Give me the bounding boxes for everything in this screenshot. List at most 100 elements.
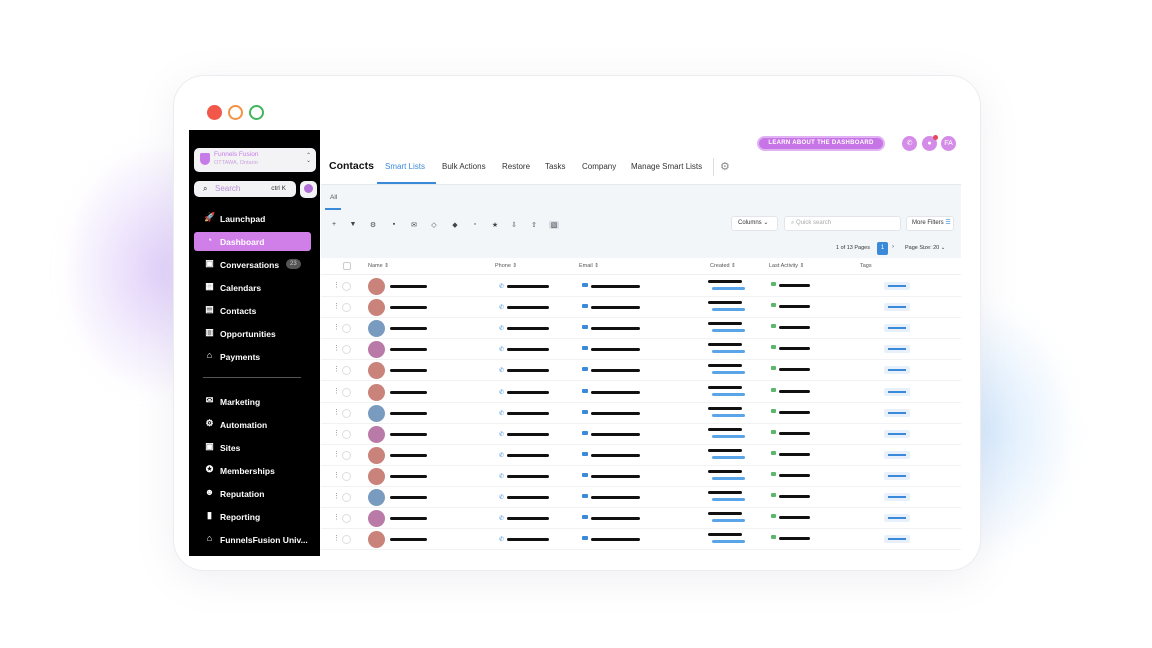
row-menu-icon[interactable]: ⋮	[333, 492, 340, 500]
sidebar-item-contacts[interactable]: ▤ Contacts	[194, 301, 311, 320]
row-menu-icon[interactable]: ⋮	[333, 344, 340, 352]
page-button-current[interactable]: 1	[877, 242, 888, 255]
row-menu-icon[interactable]: ⋮	[333, 281, 340, 289]
sidebar-item-reporting[interactable]: ▮ Reporting	[194, 507, 311, 526]
columns-dropdown[interactable]: Columns ⌄	[731, 216, 778, 231]
redacted-name[interactable]	[390, 306, 427, 310]
export-icon[interactable]: ⇧	[529, 221, 539, 229]
sidebar-item-payments[interactable]: ⌂ Payments	[194, 347, 311, 366]
table-row[interactable]: ⋮ ✆	[321, 466, 961, 487]
tab-bulk-actions[interactable]: Bulk Actions	[442, 162, 486, 171]
tag-chip[interactable]	[884, 514, 910, 523]
redacted-name[interactable]	[390, 453, 427, 457]
sidebar-item-marketing[interactable]: ✉ Marketing	[194, 392, 311, 411]
row-checkbox[interactable]	[342, 387, 351, 397]
account-switcher[interactable]: Funnels Fusion OTTAWA, Ontario ⌃ ⌄	[194, 148, 316, 172]
email-icon[interactable]: ✉	[409, 221, 419, 229]
redacted-name[interactable]	[390, 496, 427, 499]
redacted-name[interactable]	[390, 390, 427, 394]
row-checkbox[interactable]	[342, 408, 351, 418]
sidebar-item-calendars[interactable]: ▦ Calendars	[194, 278, 311, 297]
tag-chip[interactable]	[884, 324, 910, 333]
table-row[interactable]: ⋮ ✆	[321, 424, 961, 445]
row-menu-icon[interactable]: ⋮	[333, 387, 340, 395]
tag-add-icon[interactable]: ◇	[429, 221, 439, 229]
row-menu-icon[interactable]: ⋮	[333, 302, 340, 310]
tab-company[interactable]: Company	[582, 162, 616, 171]
notification-bell-icon[interactable]: ●	[922, 135, 938, 151]
table-row[interactable]: ⋮ ✆	[321, 487, 961, 508]
tag-chip[interactable]	[884, 387, 910, 396]
select-all-checkbox[interactable]	[343, 262, 351, 270]
sidebar-item-funnelsfusion-univ[interactable]: ⌂ FunnelsFusion Univ...	[194, 530, 311, 549]
row-checkbox[interactable]	[342, 493, 351, 502]
filter-icon[interactable]: ▼	[348, 221, 358, 228]
gear-icon[interactable]: ⚙	[720, 160, 730, 173]
tag-chip[interactable]	[884, 471, 910, 480]
redacted-name[interactable]	[390, 369, 427, 373]
row-menu-icon[interactable]: ⋮	[333, 471, 340, 479]
tag-chip[interactable]	[884, 450, 910, 459]
column-header-created[interactable]: Created ⇕	[710, 263, 736, 269]
window-close-dot[interactable]	[207, 105, 222, 120]
table-row[interactable]: ⋮ ✆	[321, 529, 961, 551]
redacted-name[interactable]	[390, 285, 427, 288]
sidebar-item-sites[interactable]: ▣ Sites	[194, 438, 311, 457]
sidebar-item-memberships[interactable]: ✪ Memberships	[194, 461, 311, 480]
tag-chip[interactable]	[884, 493, 910, 501]
table-row[interactable]: ⋮ ✆	[321, 445, 961, 466]
tab-smart-lists[interactable]: Smart Lists	[385, 162, 425, 171]
row-checkbox[interactable]	[342, 324, 351, 334]
page-size-select[interactable]: Page Size: 20 ⌄	[905, 245, 945, 251]
sidebar-item-launchpad[interactable]: 🚀 Launchpad	[194, 209, 311, 228]
row-checkbox[interactable]	[342, 514, 351, 524]
quick-search-input[interactable]: ⌕ Quick search	[784, 216, 901, 231]
row-checkbox[interactable]	[342, 303, 351, 313]
table-row[interactable]: ⋮ ✆	[321, 318, 961, 340]
sidebar-item-reputation[interactable]: ☻ Reputation	[194, 484, 311, 503]
sidebar-item-conversations[interactable]: ▣ Conversations 23	[194, 255, 311, 274]
subtab-all[interactable]: All	[330, 194, 337, 201]
sidebar-search[interactable]: ⌕ Search ctrl K	[194, 181, 296, 197]
row-menu-icon[interactable]: ⋮	[333, 534, 340, 542]
table-row[interactable]: ⋮ ✆	[321, 339, 961, 361]
table-row[interactable]: ⋮ ✆	[321, 276, 961, 297]
column-header-last-activity[interactable]: Last Activity ⇕	[769, 263, 804, 269]
redacted-name[interactable]	[390, 538, 427, 542]
row-checkbox[interactable]	[342, 450, 351, 460]
merge-icon[interactable]: ▧	[549, 221, 559, 229]
column-header-phone[interactable]: Phone ⇕	[495, 263, 517, 269]
column-header-name[interactable]: Name ⇕	[368, 263, 389, 269]
column-header-email[interactable]: Email ⇕	[579, 263, 599, 269]
tag-chip[interactable]	[884, 535, 910, 544]
row-menu-icon[interactable]: ⋮	[333, 323, 340, 331]
table-row[interactable]: ⋮ ✆	[321, 360, 961, 382]
next-page-icon[interactable]: ›	[892, 244, 894, 250]
learn-dashboard-button[interactable]: LEARN ABOUT THE DASHBOARD	[757, 136, 885, 151]
row-menu-icon[interactable]: ⋮	[333, 365, 340, 373]
table-row[interactable]: ⋮ ✆	[321, 297, 961, 319]
tag-remove-icon[interactable]: ◆	[450, 221, 460, 229]
import-icon[interactable]: ⇩	[509, 221, 519, 229]
add-icon[interactable]: +	[329, 221, 339, 228]
tag-chip[interactable]	[884, 408, 910, 417]
row-checkbox[interactable]	[342, 535, 351, 545]
row-checkbox[interactable]	[342, 471, 351, 481]
star-icon[interactable]: ★	[490, 221, 500, 229]
sidebar-item-opportunities[interactable]: ▥ Opportunities	[194, 324, 311, 343]
tab-manage-smart-lists[interactable]: Manage Smart Lists	[631, 162, 702, 171]
row-menu-icon[interactable]: ⋮	[333, 408, 340, 416]
redacted-name[interactable]	[390, 432, 427, 436]
sidebar-item-automation[interactable]: ⚙ Automation	[194, 415, 311, 434]
redacted-name[interactable]	[390, 474, 427, 478]
redacted-name[interactable]	[390, 517, 427, 521]
row-menu-icon[interactable]: ⋮	[333, 513, 340, 521]
row-checkbox[interactable]	[342, 345, 351, 355]
window-maximize-dot[interactable]	[249, 105, 264, 120]
table-row[interactable]: ⋮ ✆	[321, 508, 961, 530]
delete-icon[interactable]: ▫	[470, 221, 480, 228]
window-minimize-dot[interactable]	[228, 105, 243, 120]
tag-chip[interactable]	[884, 429, 910, 438]
tab-restore[interactable]: Restore	[502, 162, 530, 171]
row-checkbox[interactable]	[342, 429, 351, 439]
